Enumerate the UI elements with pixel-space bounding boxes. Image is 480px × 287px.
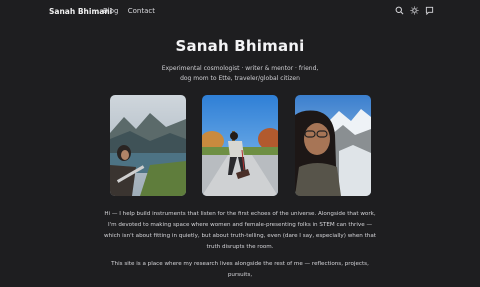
nav-links: Blog Contact: [103, 7, 162, 15]
photo-fjord-selfie[interactable]: [110, 95, 186, 196]
hero: Sanah Bhimani Experimental cosmologist ·…: [0, 37, 480, 84]
photo-mountain-selfie[interactable]: [295, 95, 371, 196]
search-icon[interactable]: [395, 6, 404, 15]
photo-with-dog[interactable]: [202, 95, 278, 196]
sun-icon[interactable]: [410, 6, 419, 15]
bio: Hi — I help build instruments that liste…: [100, 209, 380, 287]
message-icon[interactable]: [425, 6, 434, 15]
top-nav: Sanah Bhimani Blog Contact: [0, 0, 480, 24]
tagline-line-1: Experimental cosmologist · writer & ment…: [161, 65, 319, 72]
page-title: Sanah Bhimani: [175, 37, 305, 55]
bio-paragraph-1: Hi — I help build instruments that liste…: [104, 211, 376, 250]
nav-link-blog[interactable]: Blog: [103, 7, 118, 15]
tagline: Experimental cosmologist · writer & ment…: [0, 64, 480, 84]
bio-paragraph-2: This site is a place where my research l…: [111, 261, 369, 278]
tagline-line-2: dog mom to Ette, traveler/global citizen: [180, 75, 300, 82]
nav-link-contact[interactable]: Contact: [128, 7, 155, 15]
nav-icons: [395, 6, 434, 15]
